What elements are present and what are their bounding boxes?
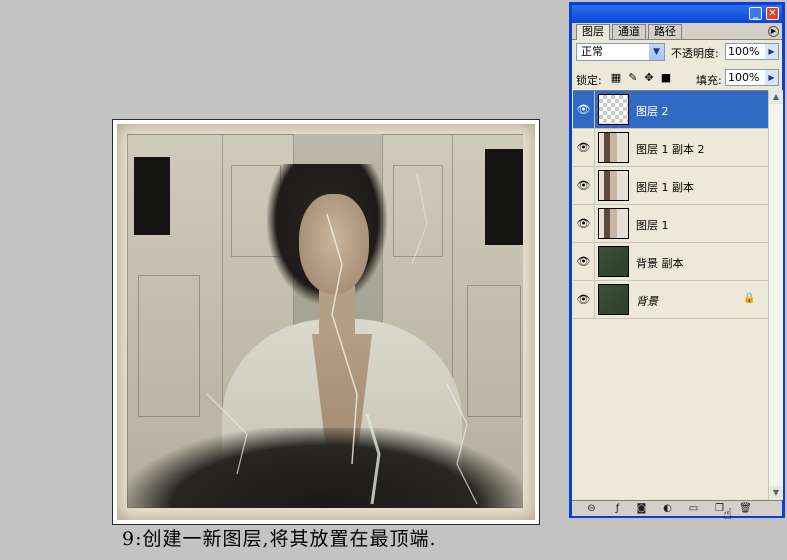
layer-row[interactable]: 👁 背景 🔒 <box>573 281 768 319</box>
close-icon[interactable]: ✕ <box>766 7 779 20</box>
lock-brush-icon[interactable]: ✎ <box>627 72 639 84</box>
crack-overlay <box>206 173 478 505</box>
lock-row: 锁定: ▦ ✎ ✥ ■ 填充: 100% ▶ <box>576 69 782 87</box>
link-icon[interactable]: ⊖ <box>584 502 599 515</box>
layers-palette[interactable]: _ ✕ 图层 通道 路径 ▶ 正常 ▼ 不透明度: 100% ▶ 锁定: ▦ ✎… <box>569 2 785 523</box>
layer-row[interactable]: 👁 图层 2 <box>573 91 768 129</box>
layers-scrollbar[interactable]: ▲ ▼ <box>768 90 783 500</box>
fill-value: 100% <box>728 71 760 84</box>
step-caption: 9:创建一新图层,将其放置在最顶端. <box>122 528 437 550</box>
opacity-arrow-icon[interactable]: ▶ <box>765 44 778 59</box>
eye-icon[interactable]: 👁 <box>573 281 595 318</box>
fill-field[interactable]: 100% ▶ <box>725 69 779 86</box>
layer-row[interactable]: 👁 图层 1 副本 <box>573 167 768 205</box>
mask-icon[interactable]: ◙ <box>634 502 649 515</box>
palette-bottom-bar: ⊖ ƒ ◙ ◐ ▭ ❐ 🗑 ☝ <box>572 500 782 523</box>
folder-icon[interactable]: ▭ <box>686 502 701 515</box>
palette-tabs: 图层 通道 路径 ▶ <box>572 23 782 40</box>
photo-image <box>117 124 535 520</box>
fill-label: 填充: <box>696 74 722 87</box>
eye-icon[interactable]: 👁 <box>573 205 595 242</box>
layer-style-icon[interactable]: ƒ <box>610 502 625 515</box>
layers-list[interactable]: 👁 图层 2 👁 图层 1 副本 2 👁 图层 1 副本 👁 图层 1 👁 背景… <box>573 90 768 501</box>
layer-row[interactable]: 👁 图层 1 <box>573 205 768 243</box>
opacity-value: 100% <box>728 45 760 58</box>
layer-name: 图层 1 <box>636 219 669 232</box>
layer-row[interactable]: 👁 图层 1 副本 2 <box>573 129 768 167</box>
eye-icon[interactable]: 👁 <box>573 243 595 280</box>
layer-row[interactable]: 👁 背景 副本 <box>573 243 768 281</box>
scroll-up-icon[interactable]: ▲ <box>769 90 783 104</box>
layer-thumbnail <box>598 208 629 239</box>
lock-icon: 🔒 <box>743 293 756 304</box>
opacity-field[interactable]: 100% ▶ <box>725 43 779 60</box>
hand-cursor-icon: ☝ <box>723 505 733 523</box>
blend-mode-value: 正常 <box>581 45 603 58</box>
layer-thumbnail <box>598 284 629 315</box>
photo-scene <box>127 134 523 508</box>
palette-title-bar[interactable]: _ ✕ <box>572 5 782 23</box>
lock-move-icon[interactable]: ✥ <box>643 72 655 84</box>
tab-paths[interactable]: 路径 <box>648 24 682 39</box>
layer-thumbnail <box>598 132 629 163</box>
minimize-icon[interactable]: _ <box>749 7 762 20</box>
adjustment-layer-icon[interactable]: ◐ <box>660 502 675 515</box>
tab-layers[interactable]: 图层 <box>576 24 610 40</box>
layer-thumbnail <box>598 170 629 201</box>
layer-name: 背景 <box>636 295 658 308</box>
eye-icon[interactable]: 👁 <box>573 91 595 128</box>
chevron-down-icon[interactable]: ▼ <box>649 44 664 60</box>
palette-menu-icon[interactable]: ▶ <box>768 26 779 37</box>
lock-label: 锁定: <box>576 74 602 87</box>
trash-icon[interactable]: 🗑 <box>738 502 753 515</box>
eye-icon[interactable]: 👁 <box>573 167 595 204</box>
layer-name: 图层 1 副本 <box>636 181 694 194</box>
eye-icon[interactable]: 👁 <box>573 129 595 166</box>
lock-all-icon[interactable]: ■ <box>660 72 672 84</box>
opacity-label: 不透明度: <box>671 47 719 60</box>
canvas-document[interactable] <box>112 119 540 525</box>
layer-name: 图层 1 副本 2 <box>636 143 705 156</box>
tab-channels[interactable]: 通道 <box>612 24 646 39</box>
scroll-down-icon[interactable]: ▼ <box>769 486 783 500</box>
lock-transparency-icon[interactable]: ▦ <box>610 72 622 84</box>
layer-thumbnail <box>598 246 629 277</box>
fill-arrow-icon[interactable]: ▶ <box>765 70 778 85</box>
layer-name: 背景 副本 <box>636 257 684 270</box>
layer-name: 图层 2 <box>636 105 669 118</box>
blend-mode-select[interactable]: 正常 ▼ <box>576 43 665 61</box>
layer-thumbnail <box>598 94 629 125</box>
